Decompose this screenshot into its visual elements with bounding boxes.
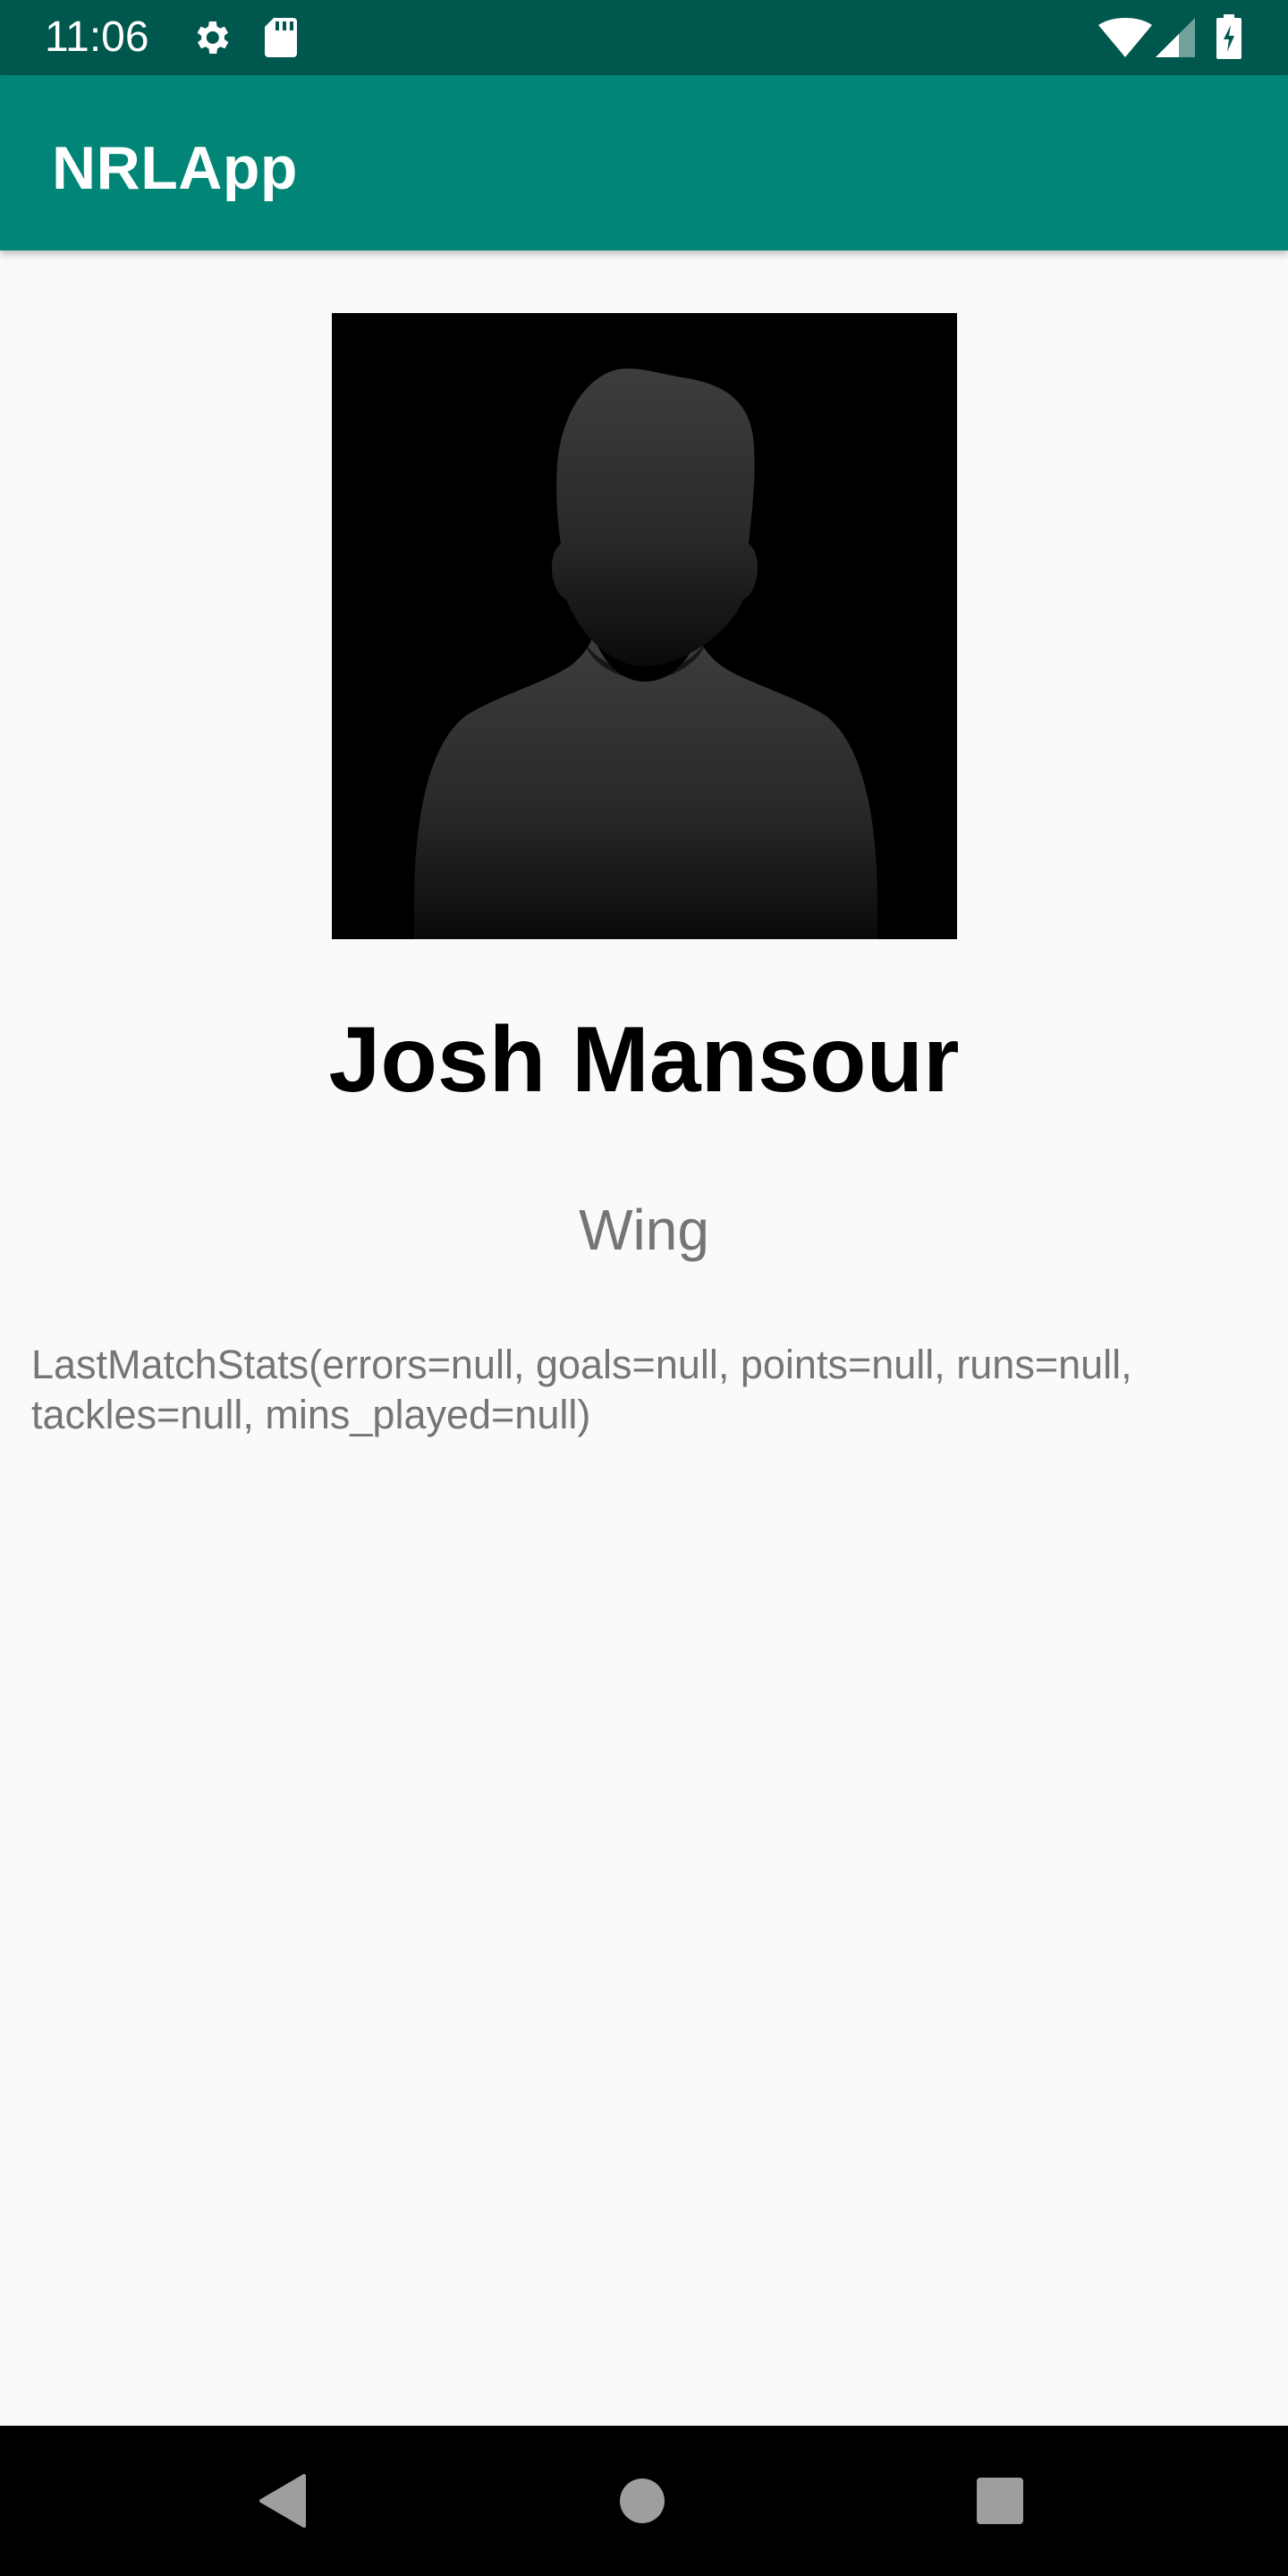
gear-icon — [190, 16, 233, 64]
player-photo — [332, 313, 957, 939]
battery-charging-icon — [1216, 14, 1241, 64]
app-title: NRLApp — [52, 134, 298, 202]
player-name: Josh Mansour — [328, 1008, 960, 1112]
player-position: Wing — [579, 1198, 709, 1262]
app-bar: NRLApp — [0, 75, 1288, 250]
recents-icon[interactable] — [964, 2465, 1036, 2537]
person-silhouette-icon — [414, 369, 877, 939]
wifi-icon — [1098, 18, 1152, 62]
cell-signal-icon — [1156, 18, 1195, 62]
sd-card-icon — [263, 16, 299, 64]
player-stats: LastMatchStats(errors=null, goals=null, … — [31, 1342, 1132, 1437]
status-bar: 11:06 — [0, 0, 1288, 75]
home-icon[interactable] — [606, 2465, 678, 2537]
navigation-bar — [0, 2426, 1288, 2576]
player-detail: Josh Mansour Wing LastMatchStats(errors=… — [0, 250, 1288, 2426]
status-time: 11:06 — [45, 13, 149, 61]
back-icon[interactable] — [249, 2465, 320, 2537]
